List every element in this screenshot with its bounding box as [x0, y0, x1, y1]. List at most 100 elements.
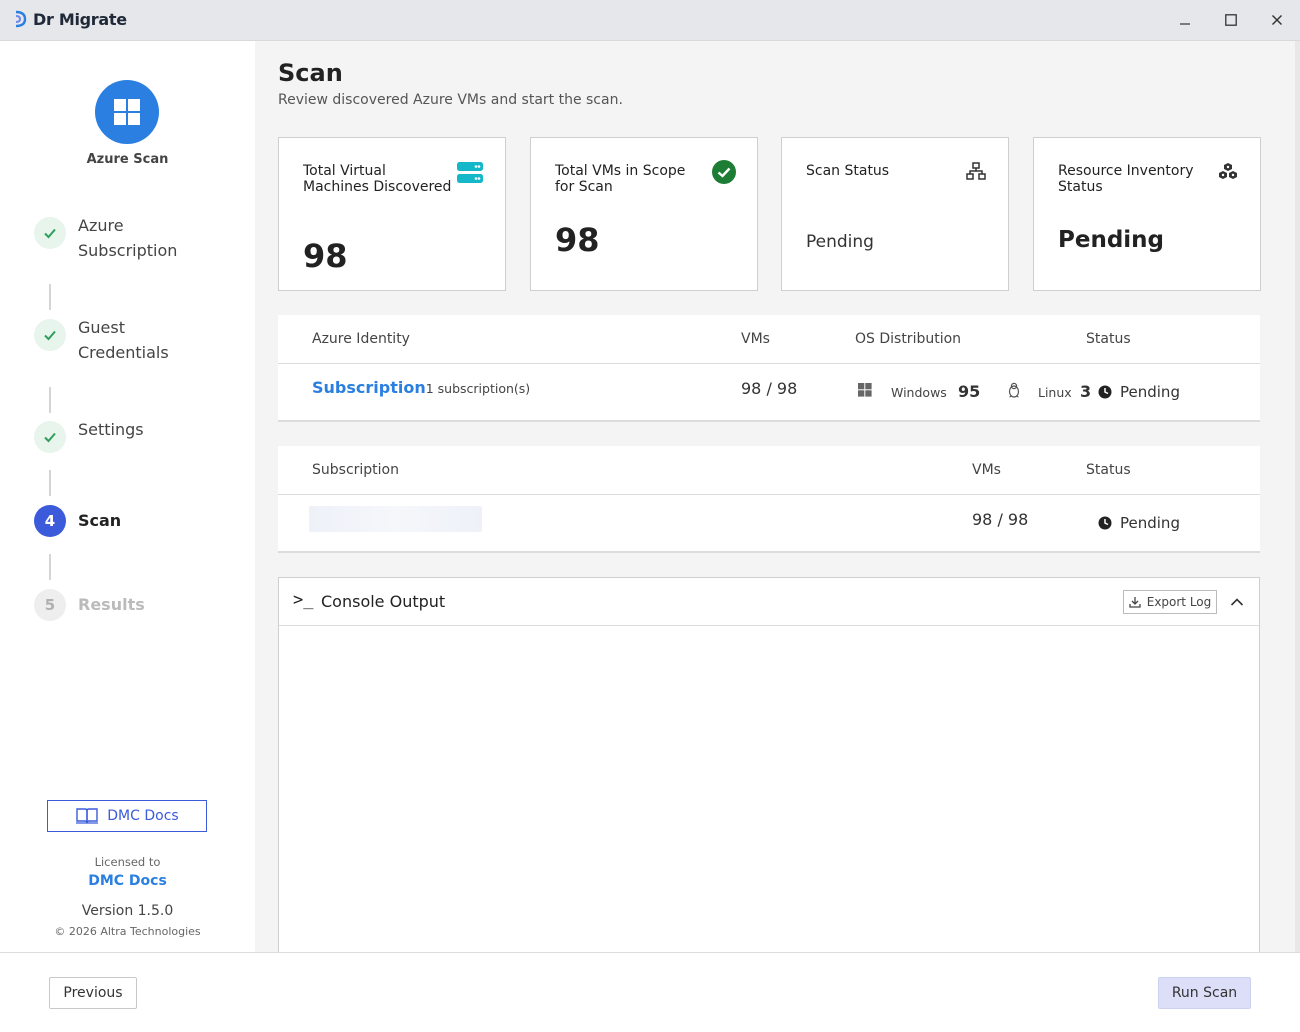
main-content: Scan Review discovered Azure VMs and sta…: [255, 41, 1295, 952]
maximize-icon: [1225, 14, 1237, 26]
cubes-icon: [1218, 162, 1238, 184]
step-guest-credentials[interactable]: Guest Credentials: [34, 318, 169, 365]
status-badge: Pending: [1098, 514, 1180, 532]
terminal-prompt-icon: >_: [293, 590, 314, 610]
step-connector: [49, 284, 51, 310]
windows-logo-icon: [114, 99, 140, 125]
step-scan[interactable]: 4 Scan: [34, 505, 121, 537]
dr-migrate-logo-icon: [15, 10, 27, 28]
vms-count: 98 / 98: [741, 379, 798, 398]
step-connector: [49, 554, 51, 580]
server-icon: [457, 162, 483, 188]
card-vms-in-scope: Total VMs in Scope for Scan 98: [530, 137, 758, 291]
column-header: VMs: [972, 462, 1001, 478]
column-header: Status: [1086, 462, 1131, 478]
column-header: Subscription: [312, 462, 399, 478]
windows-label: Windows: [891, 385, 947, 400]
card-label: Resource Inventory Status: [1058, 163, 1194, 195]
step-label-line1: Guest: [78, 318, 125, 337]
console-title: Console Output: [321, 592, 446, 611]
card-label: Total VMs in Scope for Scan: [555, 163, 686, 195]
chevron-up-icon: [1230, 598, 1244, 606]
card-scan-status: Scan Status Pending: [781, 137, 1009, 291]
collapse-console-button[interactable]: [1227, 592, 1247, 612]
identity-cell: Subscription 1 subscription(s): [312, 378, 530, 397]
column-header: OS Distribution: [855, 331, 962, 347]
card-label: Scan Status: [806, 163, 890, 179]
brand-label: Azure Scan: [86, 152, 169, 167]
step-complete-check-icon: [34, 421, 66, 453]
step-azure-subscription[interactable]: Azure Subscription: [34, 216, 177, 263]
minimize-icon: [1180, 23, 1190, 25]
console-header[interactable]: >_ Console Output Export Log: [279, 578, 1259, 626]
footer-bar: Previous Run Scan: [0, 952, 1300, 1032]
download-icon: [1129, 597, 1141, 608]
status-text: Pending: [1120, 514, 1180, 532]
export-log-label: Export Log: [1146, 595, 1212, 609]
step-label-line2: Subscription: [78, 241, 178, 260]
licensed-to-name: DMC Docs: [88, 873, 167, 889]
step-label-line2: Credentials: [78, 343, 169, 362]
step-label: Results: [78, 595, 145, 614]
card-total-vms-discovered: Total Virtual Machines Discovered 98: [278, 137, 506, 291]
maximize-button[interactable]: [1218, 8, 1244, 32]
step-label-line1: Settings: [78, 420, 144, 439]
card-value: Pending: [806, 232, 874, 252]
step-settings[interactable]: Settings: [34, 420, 144, 453]
export-log-button[interactable]: Export Log: [1123, 590, 1217, 614]
console-output-panel: >_ Console Output Export Log: [278, 577, 1260, 952]
vms-count: 98 / 98: [972, 510, 1029, 529]
column-header: VMs: [741, 331, 770, 347]
clock-icon: [1098, 385, 1112, 399]
status-badge: Pending: [1098, 383, 1180, 401]
step-label-line1: Azure: [78, 216, 124, 235]
subscription-name-redacted: [309, 506, 482, 532]
subscription-count: 1 subscription(s): [425, 381, 531, 396]
licensed-to-label: Licensed to: [94, 855, 161, 869]
linux-count: 3: [1080, 382, 1092, 401]
table-header: Subscription VMs Status: [278, 446, 1260, 495]
card-value: Pending: [1058, 227, 1165, 253]
copyright-text: © 2026 Altra Technologies: [54, 925, 201, 938]
step-label: Scan: [78, 511, 122, 530]
clock-icon: [1098, 516, 1112, 530]
step-label: Settings: [78, 417, 144, 442]
card-value: 98: [303, 237, 348, 275]
check-circle-icon: [711, 159, 737, 189]
minimize-button[interactable]: [1172, 8, 1198, 32]
close-window-button[interactable]: [1264, 8, 1290, 32]
subscription-table: Subscription VMs Status 98 / 98 Pending: [278, 446, 1260, 553]
network-icon: [966, 162, 986, 184]
step-connector: [49, 470, 51, 496]
step-label: Guest Credentials: [78, 315, 169, 365]
dmc-docs-label: DMC Docs: [107, 808, 179, 824]
app-title: Dr Migrate: [33, 10, 127, 29]
title-bar: Dr Migrate: [0, 0, 1300, 41]
column-header: Azure Identity: [312, 331, 410, 347]
linux-label: Linux: [1038, 385, 1072, 400]
card-value: 98: [555, 221, 600, 259]
column-header: Status: [1086, 331, 1131, 347]
subscription-link[interactable]: Subscription: [312, 378, 426, 397]
step-number-badge: 5: [34, 589, 66, 621]
previous-button[interactable]: Previous: [49, 977, 137, 1009]
windows-icon: [858, 383, 872, 401]
card-resource-inventory-status: Resource Inventory Status Pending: [1033, 137, 1261, 291]
step-results: 5 Results: [34, 589, 145, 621]
page-subtitle: Review discovered Azure VMs and start th…: [278, 92, 623, 108]
linux-icon: [1007, 382, 1021, 402]
status-text: Pending: [1120, 383, 1180, 401]
book-icon: [76, 808, 99, 824]
console-log-area[interactable]: [279, 627, 1259, 953]
step-number-badge: 4: [34, 505, 66, 537]
version-text: Version 1.5.0: [81, 903, 174, 919]
sidebar: Azure Scan Azure Subscription Guest Cred…: [0, 41, 255, 952]
close-icon: [1272, 15, 1282, 25]
dmc-docs-button[interactable]: DMC Docs: [47, 800, 207, 832]
scrollbar[interactable]: [1295, 41, 1300, 952]
step-connector: [49, 387, 51, 413]
step-complete-check-icon: [34, 217, 66, 249]
azure-identity-table: Azure Identity VMs OS Distribution Statu…: [278, 315, 1260, 422]
run-scan-button[interactable]: Run Scan: [1158, 977, 1251, 1009]
step-label: Azure Subscription: [78, 213, 177, 263]
